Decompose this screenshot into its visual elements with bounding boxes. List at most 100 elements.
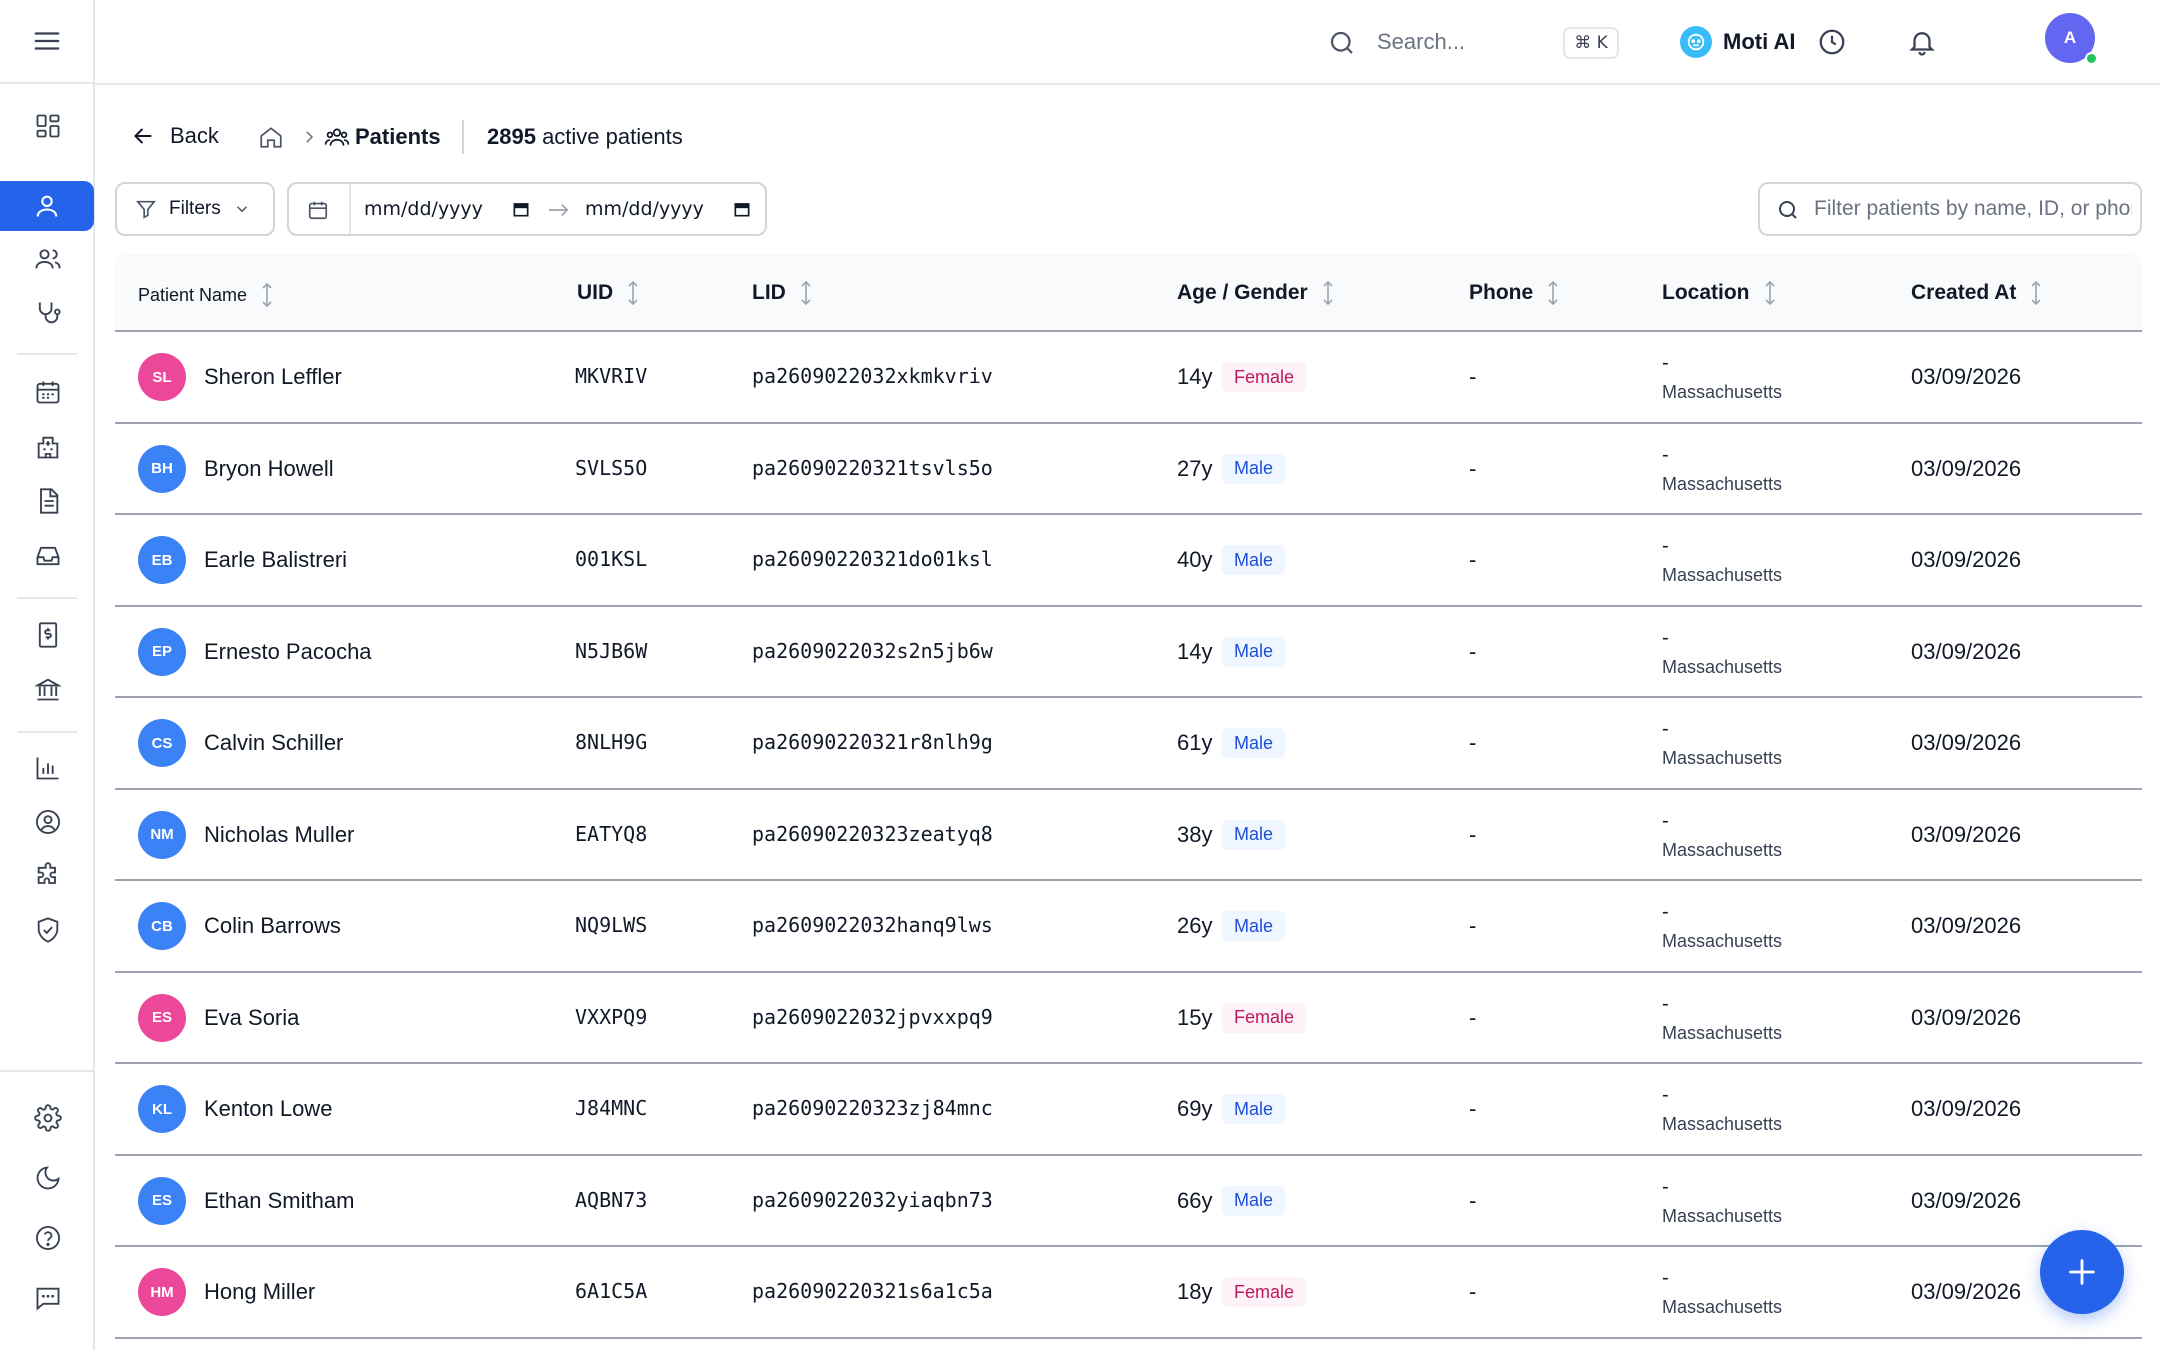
patient-avatar: BH	[138, 444, 186, 493]
user-circle-icon	[35, 809, 60, 835]
column-header-age-gender[interactable]: Age / Gender	[1177, 280, 1334, 306]
column-header-patient-name[interactable]: Patient Name	[138, 282, 273, 308]
sidebar-item-calendar[interactable]	[0, 367, 95, 417]
patient-name[interactable]: Sheron Leffler	[204, 364, 342, 390]
patient-uid: SVLS5O	[575, 455, 648, 480]
plus-icon	[2069, 1259, 2095, 1285]
patient-name[interactable]: Earle Balistreri	[204, 547, 347, 573]
chevron-down-icon	[236, 206, 247, 213]
breadcrumb-divider	[462, 120, 464, 154]
patient-phone: -	[1469, 1096, 1477, 1121]
topbar: Search... ⌘ K Moti AI A	[95, 0, 2160, 85]
sidebar-item-reports[interactable]	[0, 743, 95, 793]
ai-assistant-icon[interactable]	[1680, 26, 1712, 58]
table-row[interactable]: BH Bryon Howell SVLS5O pa26090220321tsvls5o…	[115, 424, 2142, 515]
menu-button[interactable]	[0, 0, 93, 84]
sidebar-item-inbox[interactable]	[0, 531, 95, 581]
sort-icon	[2031, 280, 2041, 306]
menu-icon	[34, 32, 59, 50]
patient-name[interactable]: Calvin Schiller	[204, 730, 343, 756]
theme-toggle[interactable]	[0, 1153, 95, 1203]
patient-name[interactable]: Ethan Smitham	[204, 1188, 354, 1214]
search-icon[interactable]	[1327, 28, 1357, 58]
add-patient-button[interactable]	[2040, 1230, 2124, 1314]
table-row[interactable]: EP Ernesto Pacocha N5JB6W pa2609022032s2n5j…	[115, 607, 2142, 698]
column-header-created-at[interactable]: Created At	[1911, 280, 2042, 306]
table-row[interactable]: ES Ethan Smitham AQBN73 pa2609022032yiaqbn7…	[115, 1156, 2142, 1247]
patient-avatar: KL	[138, 1085, 186, 1133]
sidebar-item-users[interactable]	[0, 234, 95, 284]
date-picker-icon[interactable]	[511, 199, 531, 219]
gender-badge: Male	[1222, 728, 1286, 758]
table-row[interactable]: CS Calvin Schiller 8NLH9G pa26090220321r8nl…	[115, 698, 2142, 790]
patient-phone: -	[1469, 364, 1477, 389]
table-row[interactable]: EB Earle Balistreri 001KSL pa26090220321do0…	[115, 515, 2142, 607]
clock-icon[interactable]	[1817, 27, 1847, 57]
table-body: SL Sheron Leffler MKVRIV pa2609022032xkmkvr…	[115, 332, 2142, 1339]
patient-phone: -	[1469, 1279, 1477, 1304]
sidebar-item-documents[interactable]	[0, 476, 95, 526]
chart-icon	[36, 757, 58, 780]
sidebar-item-feedback[interactable]	[0, 1273, 95, 1323]
table-row[interactable]: NM Nicholas Muller EATYQ8 pa26090220323zeat…	[115, 790, 2142, 881]
sidebar-item-dashboard[interactable]	[0, 101, 95, 151]
column-header-location[interactable]: Location	[1662, 280, 1776, 306]
patient-name[interactable]: Eva Soria	[204, 1005, 299, 1031]
sidebar-item-billing[interactable]	[0, 610, 95, 660]
patient-uid: 6A1C5A	[575, 1279, 648, 1303]
column-header-lid[interactable]: LID	[752, 280, 812, 306]
patient-name[interactable]: Ernesto Pacocha	[204, 639, 372, 665]
table-row[interactable]: HM Hong Miller 6A1C5A pa26090220321s6a1c5a 1…	[115, 1247, 2142, 1339]
table-row[interactable]: CB Colin Barrows NQ9LWS pa2609022032hanq9lw…	[115, 881, 2142, 973]
sidebar-item-help[interactable]	[0, 1213, 95, 1263]
global-search-input[interactable]: Search...	[1377, 29, 1465, 55]
patient-location-state: Massachusetts	[1662, 1114, 1783, 1134]
sidebar-item-integrations[interactable]	[0, 851, 95, 901]
patient-filter-input[interactable]	[1814, 186, 2132, 232]
sidebar-item-finance[interactable]	[0, 664, 95, 714]
back-button[interactable]: Back	[130, 123, 219, 149]
patient-lid: pa26090220321tsvls5o	[752, 455, 993, 480]
date-from-input[interactable]: mm/dd/yyyy	[364, 198, 483, 220]
patient-uid: 8NLH9G	[575, 730, 648, 754]
patient-age: 14y	[1177, 638, 1213, 664]
patient-name[interactable]: Kenton Lowe	[204, 1096, 332, 1122]
patient-name[interactable]: Colin Barrows	[204, 913, 341, 939]
sidebar-item-security[interactable]	[0, 905, 95, 955]
patient-location-state: Massachusetts	[1662, 839, 1783, 860]
table-row[interactable]: KL Kenton Lowe J84MNC pa26090220323zj84mnc 6…	[115, 1064, 2142, 1156]
patient-name[interactable]: Hong Miller	[204, 1279, 315, 1305]
patient-location-state: Massachusetts	[1662, 656, 1783, 677]
sidebar-item-patients[interactable]	[0, 181, 94, 231]
sidebar-item-profile[interactable]	[0, 797, 95, 847]
home-icon[interactable]	[258, 124, 284, 150]
patient-name[interactable]: Bryon Howell	[204, 456, 334, 482]
date-picker-icon[interactable]	[732, 199, 752, 219]
bell-icon[interactable]	[1907, 27, 1937, 57]
sidebar-item-facilities[interactable]	[0, 422, 95, 472]
patient-lid: pa2609022032hanq9lws	[752, 913, 993, 937]
moon-icon	[36, 1166, 60, 1190]
patient-age: 38y	[1177, 821, 1213, 847]
gender-badge: Male	[1222, 636, 1286, 667]
patient-location-city: -	[1662, 1084, 1669, 1106]
patient-created-at: 03/09/2026	[1911, 638, 2022, 664]
table-row[interactable]: SL Sheron Leffler MKVRIV pa2609022032xkmkvr…	[115, 332, 2142, 424]
sidebar-item-clinical[interactable]	[0, 288, 95, 338]
table-row[interactable]: ES Eva Soria VXXPQ9 pa2609022032jpvxxpq9 15y…	[115, 973, 2142, 1064]
gender-badge: Male	[1222, 1094, 1286, 1124]
patient-name[interactable]: Nicholas Muller	[204, 822, 354, 848]
sidebar-item-settings[interactable]	[0, 1093, 95, 1143]
filters-button[interactable]: Filters	[115, 182, 275, 236]
sidebar-divider	[17, 353, 77, 355]
bank-icon	[33, 678, 62, 701]
ai-assistant-button[interactable]: Moti AI	[1723, 29, 1796, 55]
table-header: Patient Name UID LID Age / Gender Phone …	[115, 254, 2142, 332]
column-header-uid[interactable]: UID	[577, 280, 639, 306]
patient-age: 26y	[1177, 913, 1213, 938]
date-to-input[interactable]: mm/dd/yyyy	[585, 198, 704, 220]
patient-filter-search	[1758, 182, 2142, 236]
gender-badge: Female	[1222, 1277, 1307, 1307]
gender-badge: Male	[1222, 545, 1286, 575]
column-header-phone[interactable]: Phone	[1469, 280, 1559, 306]
